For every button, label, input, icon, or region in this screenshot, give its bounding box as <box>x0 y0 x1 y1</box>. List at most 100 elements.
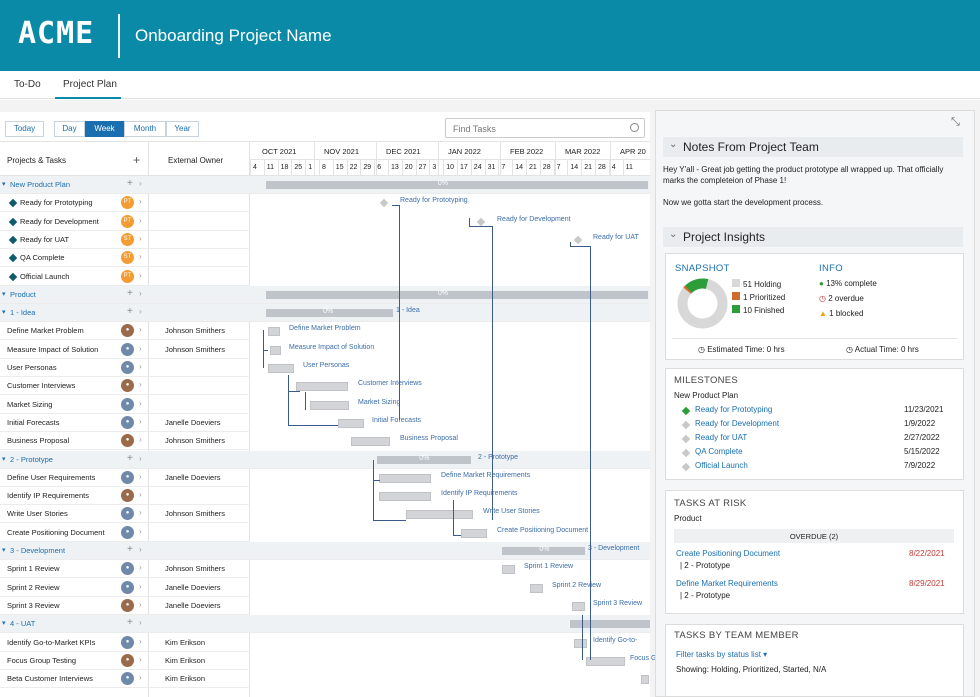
expand-caret-icon[interactable]: ▾ <box>2 455 6 463</box>
gantt-bar-t10[interactable] <box>268 364 294 373</box>
chevron-right-icon[interactable]: › <box>139 637 142 646</box>
task-row[interactable]: Write User Stories ● › Johnson Smithers <box>0 505 250 524</box>
gantt-bar-new-product-plan[interactable]: 0% <box>266 180 648 189</box>
chevron-right-icon[interactable]: › <box>139 380 142 389</box>
gantt-bar-t27[interactable] <box>641 675 649 685</box>
tab-to-do[interactable]: To-Do <box>14 79 41 90</box>
chevron-right-icon[interactable]: › <box>139 325 142 334</box>
chevron-right-icon[interactable]: › <box>139 234 142 243</box>
chevron-right-icon[interactable]: › <box>139 399 142 408</box>
chevron-right-icon[interactable]: › <box>139 289 142 298</box>
today-button[interactable]: Today <box>5 121 44 137</box>
gantt-bar-t22[interactable] <box>530 583 543 593</box>
task-row[interactable]: Customer Interviews ● › <box>0 377 250 396</box>
gantt-bar-t14[interactable] <box>351 437 390 447</box>
add-icon[interactable]: + <box>127 178 133 189</box>
risk-task-link[interactable]: Create Positioning Document <box>676 549 780 558</box>
expand-caret-icon[interactable]: ▾ <box>2 619 6 627</box>
task-row[interactable]: Ready for Development PT › <box>0 213 250 231</box>
gantt-bar-t11[interactable] <box>296 382 348 392</box>
gantt-bar-t13[interactable] <box>338 418 364 428</box>
task-row[interactable]: Define User Requirements ● › Janelle Doevie… <box>0 469 250 487</box>
task-row[interactable]: Sprint 1 Review ● › Johnson Smithers <box>0 560 250 579</box>
add-icon[interactable]: + <box>127 288 133 299</box>
add-icon[interactable]: + <box>127 617 133 628</box>
view-month-button[interactable]: Month <box>124 121 166 137</box>
chevron-right-icon[interactable]: › <box>139 454 142 463</box>
gantt-bar-t18[interactable] <box>406 510 473 520</box>
gantt-bar-idea[interactable]: 0% <box>266 308 393 318</box>
chevron-right-icon[interactable]: › <box>139 563 142 572</box>
chevron-right-icon[interactable]: › <box>139 362 142 371</box>
gantt-bar-t8[interactable] <box>268 327 280 337</box>
add-icon[interactable]: + <box>127 544 133 555</box>
chevron-right-icon[interactable]: › <box>139 271 142 280</box>
gantt-bar-t19[interactable] <box>461 528 487 538</box>
task-row[interactable]: Sprint 3 Review ● › Janelle Doeviers <box>0 597 250 615</box>
gantt-bar-t21[interactable] <box>502 565 515 575</box>
gantt-bar-t16[interactable] <box>379 473 431 483</box>
view-year-button[interactable]: Year <box>166 121 199 137</box>
task-row[interactable]: User Personas ● › <box>0 359 250 377</box>
task-row[interactable]: Identify Go-to-Market KPIs ● › Kim Erikson <box>0 634 250 652</box>
chevron-right-icon[interactable]: › <box>139 472 142 481</box>
task-row[interactable]: Sprint 2 Review ● › Janelle Doeviers <box>0 579 250 597</box>
gantt-bar-t25[interactable] <box>574 638 587 648</box>
gantt-bar-t12[interactable] <box>310 400 349 410</box>
gantt-bar-t9[interactable] <box>270 345 281 355</box>
chevron-right-icon[interactable]: › <box>139 618 142 627</box>
add-icon[interactable]: + <box>127 453 133 464</box>
chevron-right-icon[interactable]: › <box>139 435 142 444</box>
chevron-right-icon[interactable]: › <box>139 216 142 225</box>
risk-task-link[interactable]: Define Market Requirements <box>676 579 778 588</box>
milestone-link[interactable]: Ready for Development <box>695 419 779 428</box>
chevron-right-icon[interactable]: › <box>139 545 142 554</box>
task-row[interactable]: Create Positioning Document ● › <box>0 524 250 542</box>
collapse-icon[interactable]: ⤡ <box>951 116 960 129</box>
gantt-bar-development[interactable]: 0% <box>502 546 585 555</box>
task-row[interactable]: Identify IP Requirements ● › <box>0 487 250 506</box>
add-icon[interactable]: + <box>127 306 133 317</box>
chevron-right-icon[interactable]: › <box>139 582 142 591</box>
chevron-right-icon[interactable]: › <box>139 197 142 206</box>
task-row[interactable]: ▾ 2 - Prototype + › <box>0 450 650 469</box>
tab-project-plan[interactable]: Project Plan <box>63 79 117 90</box>
milestone-link[interactable]: Ready for Prototyping <box>695 405 772 414</box>
expand-caret-icon[interactable]: ▾ <box>2 546 6 554</box>
chevron-right-icon[interactable]: › <box>139 252 142 261</box>
task-row[interactable]: Market Sizing ● › <box>0 396 250 414</box>
gantt-bar-t26[interactable] <box>586 656 625 666</box>
gantt-bar-prototype[interactable]: 0% <box>377 455 471 464</box>
task-row[interactable]: Beta Customer Interviews ● › Kim Erikson <box>0 670 250 689</box>
chevron-right-icon[interactable]: › <box>139 508 142 517</box>
acme-logo[interactable]: ACME <box>18 16 94 51</box>
task-row[interactable]: Official Launch PT › <box>0 268 250 286</box>
gantt-bar-t23[interactable] <box>572 601 585 611</box>
chevron-right-icon[interactable]: › <box>139 417 142 426</box>
chevron-right-icon[interactable]: › <box>139 527 142 536</box>
chevron-right-icon[interactable]: › <box>139 344 142 353</box>
task-row[interactable]: Focus Group Testing ● › Kim Erikson <box>0 652 250 670</box>
view-day-button[interactable]: Day <box>54 121 85 137</box>
insights-header[interactable]: ⌄ Project Insights <box>663 227 963 247</box>
task-row[interactable]: Measure Impact of Solution ● › Johnson Smit… <box>0 341 250 359</box>
chevron-right-icon[interactable]: › <box>139 490 142 499</box>
milestone-link[interactable]: QA Complete <box>695 447 743 456</box>
chevron-right-icon[interactable]: › <box>139 179 142 188</box>
expand-caret-icon[interactable]: ▾ <box>2 308 6 316</box>
find-tasks-input[interactable]: Find Tasks <box>445 118 645 138</box>
task-row[interactable]: QA Complete ST › <box>0 249 250 268</box>
view-week-button[interactable]: Week <box>85 121 124 137</box>
milestone-link[interactable]: Ready for UAT <box>695 433 747 442</box>
task-row[interactable]: ▾ 4 - UAT + › <box>0 615 650 634</box>
filter-tasks-link[interactable]: Filter tasks by status list ▾ <box>676 650 767 659</box>
add-task-icon[interactable]: + <box>133 153 140 167</box>
gantt-bar-t17[interactable] <box>379 492 431 502</box>
task-row[interactable]: Ready for Prototyping PT › <box>0 194 250 213</box>
task-row[interactable]: Business Proposal ● › Johnson Smithers <box>0 432 250 451</box>
task-row[interactable]: Ready for UAT ST › <box>0 231 250 249</box>
chevron-right-icon[interactable]: › <box>139 600 142 609</box>
task-row[interactable]: Initial Forecasts ● › Janelle Doeviers <box>0 414 250 432</box>
task-row[interactable]: Define Market Problem ● › Johnson Smithers <box>0 322 250 341</box>
expand-caret-icon[interactable]: ▾ <box>2 290 6 298</box>
